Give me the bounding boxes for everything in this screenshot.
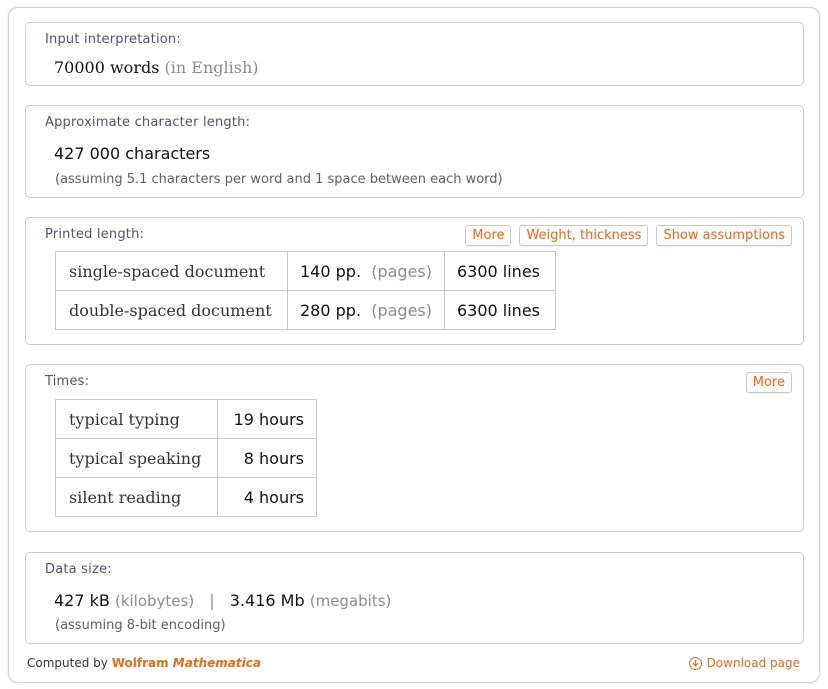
download-circle-icon bbox=[688, 656, 702, 670]
brand-mathematica: Mathematica bbox=[172, 656, 261, 670]
lines-cell: 6300 lines bbox=[443, 290, 556, 330]
brand-wolfram: Wolfram bbox=[111, 656, 169, 670]
show-assumptions-button[interactable]: Show assumptions bbox=[656, 225, 792, 246]
character-length-value: 427 000 characters bbox=[54, 144, 211, 163]
times-table: typical typing 19 hours typical speaking… bbox=[55, 399, 317, 517]
row-label: double-spaced document bbox=[55, 290, 288, 330]
more-button[interactable]: More bbox=[465, 225, 512, 246]
table-row: double-spaced document 280 pp. (pages) 6… bbox=[55, 290, 556, 330]
row-label: typical speaking bbox=[55, 438, 218, 478]
pod-character-length: Approximate character length: 427 000 ch… bbox=[25, 105, 804, 198]
separator: | bbox=[209, 591, 215, 610]
download-label: Download page bbox=[706, 656, 800, 670]
pages-cell: 140 pp. (pages) bbox=[287, 251, 445, 291]
pod-title: Input interpretation: bbox=[45, 32, 181, 47]
pod-data-size: Data size: 427 kB (kilobytes) | 3.416 Mb… bbox=[25, 552, 804, 644]
pod-title: Printed length: bbox=[45, 227, 145, 242]
pages-unit: (pages) bbox=[371, 300, 432, 320]
printed-length-table: single-spaced document 140 pp. (pages) 6… bbox=[55, 251, 556, 330]
row-label: single-spaced document bbox=[55, 251, 288, 291]
input-value: 70000 words bbox=[54, 58, 160, 77]
pod-buttons: More bbox=[745, 372, 792, 393]
weight-thickness-button[interactable]: Weight, thickness bbox=[519, 225, 649, 246]
download-page-link[interactable]: Download page bbox=[688, 656, 800, 670]
lines-cell: 6300 lines bbox=[443, 251, 556, 291]
input-interpretation-value: 70000 words (in English) bbox=[54, 58, 258, 77]
character-length-note: (assuming 5.1 characters per word and 1 … bbox=[55, 172, 503, 187]
computed-by-label: Computed by bbox=[27, 656, 108, 670]
pod-input-interpretation: Input interpretation: 70000 words (in En… bbox=[25, 22, 804, 86]
data-size-note: (assuming 8-bit encoding) bbox=[55, 618, 226, 633]
more-button[interactable]: More bbox=[745, 372, 792, 393]
kilobytes-value: 427 kB bbox=[54, 591, 110, 610]
pod-title: Approximate character length: bbox=[45, 115, 251, 130]
row-label: silent reading bbox=[55, 477, 218, 517]
row-label: typical typing bbox=[55, 399, 218, 439]
megabits-value: 3.416 Mb bbox=[229, 591, 305, 610]
computed-by: Computed by Wolfram Mathematica bbox=[27, 656, 261, 670]
pages-value: 140 pp. bbox=[300, 261, 362, 281]
input-qualifier: (in English) bbox=[164, 58, 259, 77]
table-row: single-spaced document 140 pp. (pages) 6… bbox=[55, 251, 556, 291]
pod-printed-length: Printed length: More Weight, thickness S… bbox=[25, 217, 804, 345]
table-row: silent reading 4 hours bbox=[55, 477, 317, 517]
data-size-value: 427 kB (kilobytes) | 3.416 Mb (megabits) bbox=[54, 591, 391, 610]
row-value: 8 hours bbox=[217, 438, 317, 478]
kilobytes-unit: (kilobytes) bbox=[114, 592, 195, 610]
megabits-unit: (megabits) bbox=[309, 592, 392, 610]
pod-title: Data size: bbox=[45, 562, 112, 577]
row-value: 19 hours bbox=[217, 399, 317, 439]
pod-title: Times: bbox=[45, 374, 90, 389]
pages-unit: (pages) bbox=[371, 261, 432, 281]
table-row: typical typing 19 hours bbox=[55, 399, 317, 439]
pod-times: Times: More typical typing 19 hours typi… bbox=[25, 364, 804, 532]
pod-buttons: More Weight, thickness Show assumptions bbox=[465, 225, 792, 246]
pages-value: 280 pp. bbox=[300, 300, 362, 320]
pages-cell: 280 pp. (pages) bbox=[287, 290, 445, 330]
wolfram-mathematica-link[interactable]: Wolfram Mathematica bbox=[112, 656, 261, 670]
row-value: 4 hours bbox=[217, 477, 317, 517]
table-row: typical speaking 8 hours bbox=[55, 438, 317, 478]
